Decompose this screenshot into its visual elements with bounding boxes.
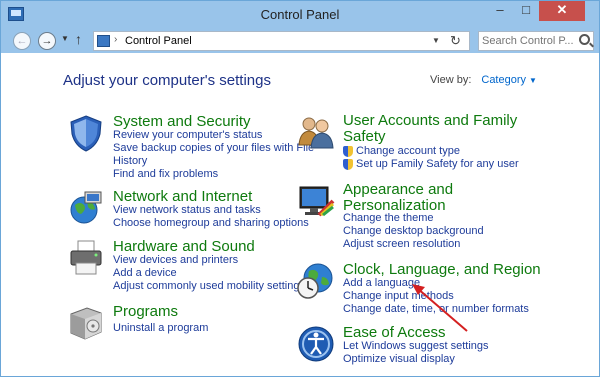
category-title-line2[interactable]: Safety (343, 129, 517, 145)
control-panel-small-icon (97, 35, 110, 47)
link-review-status[interactable]: Review your computer's status (113, 129, 314, 142)
navigation-bar: ← → ▼ ↑ › Control Panel ▼ ↻ (1, 29, 599, 53)
recent-locations-chevron-icon[interactable]: ▼ (61, 34, 69, 43)
address-dropdown-icon[interactable]: ▼ (432, 36, 440, 45)
link-uninstall[interactable]: Uninstall a program (113, 322, 208, 335)
link-homegroup[interactable]: Choose homegroup and sharing options (113, 217, 309, 230)
link-file-history[interactable]: Save backup copies of your files with Fi… (113, 142, 314, 155)
programs-box-icon[interactable] (67, 304, 105, 342)
category-title[interactable]: Appearance and Personalization (343, 182, 453, 214)
close-button[interactable]: ✕ (539, 1, 585, 21)
view-by-label: View by: (430, 74, 472, 86)
refresh-icon[interactable]: ↻ (450, 33, 461, 49)
link-suggest-settings[interactable]: Let Windows suggest settings (343, 340, 489, 353)
shield-icon[interactable] (67, 114, 105, 152)
link-mobility-settings[interactable]: Adjust commonly used mobility settings (113, 280, 305, 293)
control-panel-window: Control Panel – □ ✕ ← → ▼ ↑ › Control Pa… (0, 0, 600, 377)
category-title[interactable]: Programs (113, 304, 178, 320)
link-optimize-display[interactable]: Optimize visual display (343, 353, 489, 366)
view-by-dropdown[interactable]: Category (481, 74, 526, 86)
link-change-account-type[interactable]: Change account type (343, 145, 519, 158)
link-network-status[interactable]: View network status and tasks (113, 204, 309, 217)
link-find-fix[interactable]: Find and fix problems (113, 168, 314, 181)
view-by-control: View by: Category ▼ (430, 74, 537, 86)
category-title[interactable]: Hardware and Sound (113, 239, 255, 255)
link-desktop-background[interactable]: Change desktop background (343, 225, 484, 238)
clock-globe-icon[interactable] (297, 262, 335, 300)
link-input-methods[interactable]: Change input methods (343, 290, 529, 303)
view-by-chevron-icon[interactable]: ▼ (529, 76, 537, 85)
category-title[interactable]: System and Security (113, 114, 251, 130)
maximize-button[interactable]: □ (513, 1, 539, 21)
printer-icon[interactable] (67, 239, 105, 277)
category-title-line1[interactable]: Appearance and (343, 182, 453, 198)
link-date-time-formats[interactable]: Change date, time, or number formats (343, 303, 529, 316)
back-button[interactable]: ← (13, 32, 31, 50)
page-heading: Adjust your computer's settings (63, 72, 271, 89)
link-family-safety[interactable]: Set up Family Safety for any user (343, 158, 519, 171)
link-screen-resolution[interactable]: Adjust screen resolution (343, 238, 484, 251)
category-title[interactable]: Clock, Language, and Region (343, 262, 541, 278)
forward-button[interactable]: → (38, 32, 56, 50)
category-title-line1[interactable]: User Accounts and Family (343, 113, 517, 129)
title-bar: Control Panel – □ ✕ (1, 1, 599, 29)
link-file-history-cont[interactable]: History (113, 155, 314, 168)
category-title[interactable]: Ease of Access (343, 325, 446, 341)
link-add-device[interactable]: Add a device (113, 267, 305, 280)
search-input[interactable] (482, 33, 574, 49)
minimize-button[interactable]: – (487, 1, 513, 21)
monitor-paint-icon[interactable] (297, 182, 335, 220)
link-change-theme[interactable]: Change the theme (343, 212, 484, 225)
search-box[interactable] (478, 31, 594, 51)
breadcrumb-control-panel[interactable]: Control Panel (125, 35, 192, 47)
search-icon[interactable] (579, 34, 590, 45)
category-title[interactable]: Network and Internet (113, 189, 252, 205)
ease-of-access-icon[interactable] (297, 325, 335, 363)
link-devices-printers[interactable]: View devices and printers (113, 254, 305, 267)
up-arrow-icon[interactable]: ↑ (75, 31, 82, 47)
network-globe-icon[interactable] (67, 189, 105, 227)
link-add-language[interactable]: Add a language (343, 277, 529, 290)
category-title[interactable]: User Accounts and Family Safety (343, 113, 517, 145)
users-icon[interactable] (297, 113, 335, 151)
breadcrumb-chevron-icon[interactable]: › (114, 34, 117, 45)
address-bar[interactable]: › Control Panel ▼ ↻ (93, 31, 470, 51)
